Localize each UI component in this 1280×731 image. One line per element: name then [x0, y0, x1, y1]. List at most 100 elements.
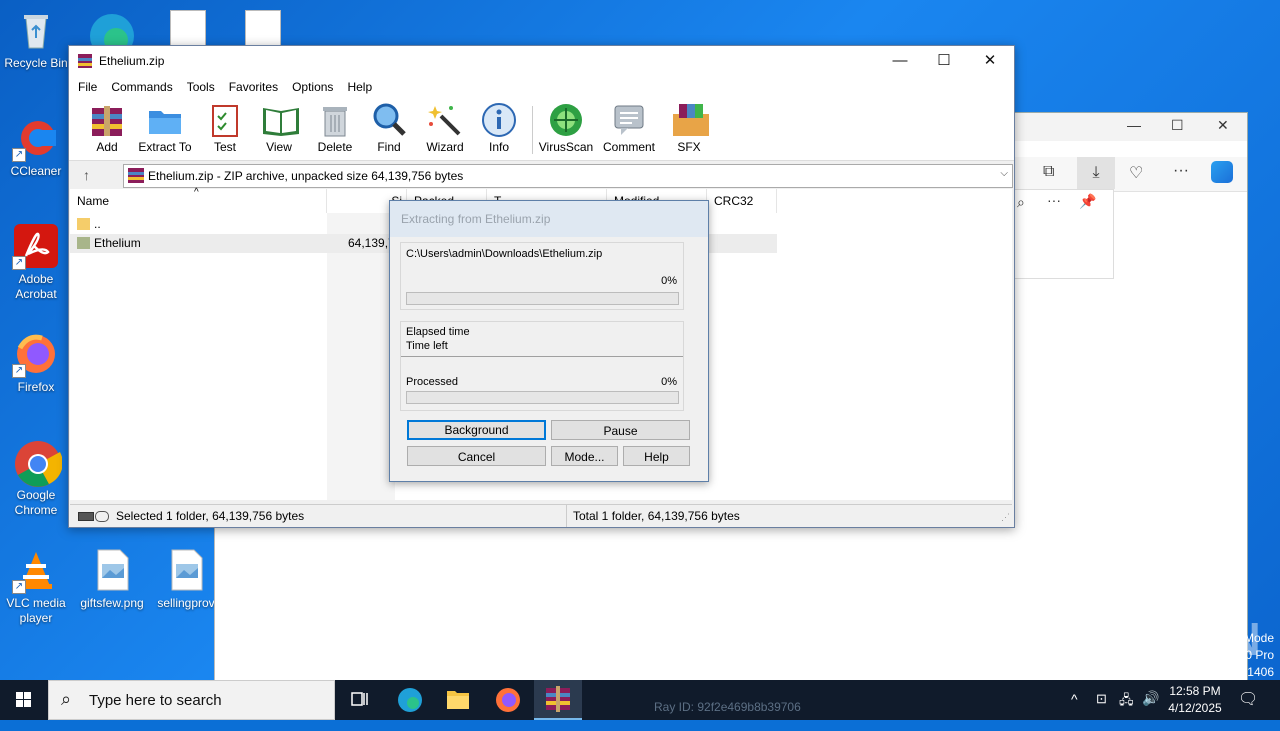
- maximize-button[interactable]: ☐: [921, 46, 967, 76]
- more-options-icon[interactable]: ···: [1173, 162, 1189, 180]
- firefox-icon: ↗: [12, 332, 58, 378]
- archive-path-field[interactable]: Ethelium.zip - ZIP archive, unpacked siz…: [123, 164, 1013, 188]
- add-archive-icon: [89, 102, 125, 138]
- view-button[interactable]: View: [249, 102, 309, 154]
- desktop-icon-adobe-acrobat[interactable]: ↗ Adobe Acrobat: [0, 224, 72, 302]
- browser-essentials-icon[interactable]: ♡: [1129, 163, 1143, 183]
- search-icon: [371, 102, 407, 138]
- winrar-icon: [546, 686, 570, 712]
- volume-icon[interactable]: 🔊: [1142, 690, 1159, 730]
- shortcut-arrow-icon: ↗: [12, 256, 26, 270]
- sfx-box-icon: [671, 102, 709, 138]
- firefox-taskbar-button[interactable]: [484, 680, 532, 720]
- menu-options[interactable]: Options: [285, 76, 340, 98]
- edition-line: 0 Pro: [1245, 648, 1274, 662]
- desktop-icon-vlc[interactable]: ↗ VLC media player: [0, 548, 72, 626]
- test-clipboard-icon: [207, 102, 243, 138]
- close-button[interactable]: ✕: [967, 46, 1013, 76]
- desktop-icon-ccleaner[interactable]: ↗ CCleaner: [0, 116, 72, 179]
- add-button[interactable]: Add: [77, 102, 137, 154]
- clock-time: 12:58 PM: [1169, 684, 1221, 698]
- task-view-button[interactable]: [336, 680, 384, 720]
- close-icon[interactable]: ✕: [1217, 117, 1229, 134]
- winrar-app-icon: [77, 53, 93, 69]
- search-icon[interactable]: ⌕: [1017, 194, 1025, 211]
- show-hidden-icons-icon[interactable]: ^: [1071, 691, 1078, 731]
- column-header-crc32[interactable]: CRC32: [707, 189, 777, 213]
- status-selected: Selected 1 folder, 64,139,756 bytes: [116, 509, 305, 523]
- info-button[interactable]: Info: [469, 102, 529, 154]
- find-button[interactable]: Find: [359, 102, 419, 154]
- info-icon: [481, 102, 517, 138]
- clock-date: 4/12/2025: [1168, 701, 1222, 715]
- list-item[interactable]: ..: [70, 215, 327, 234]
- file-desktop-icon[interactable]: [170, 10, 206, 48]
- zip-archive-icon: [128, 168, 144, 183]
- minimize-button[interactable]: —: [877, 46, 923, 76]
- edge-taskbar-button[interactable]: [386, 680, 434, 720]
- desktop-icon-firefox[interactable]: ↗ Firefox: [0, 332, 72, 395]
- menu-tools[interactable]: Tools: [180, 76, 222, 98]
- up-arrow-icon[interactable]: ↑: [83, 167, 90, 183]
- test-button[interactable]: Test: [195, 102, 255, 154]
- magic-wand-icon: [427, 102, 463, 138]
- menu-commands[interactable]: Commands: [104, 76, 179, 98]
- file-explorer-taskbar-button[interactable]: [434, 680, 482, 720]
- vlc-icon: ↗: [12, 548, 58, 594]
- column-header-name[interactable]: Name ^: [70, 187, 327, 213]
- delete-button[interactable]: Delete: [305, 102, 365, 154]
- background-button[interactable]: Background: [407, 420, 546, 440]
- mode-button[interactable]: Mode...: [551, 446, 618, 466]
- maximize-icon[interactable]: ☐: [1171, 117, 1184, 134]
- virusscan-button[interactable]: VirusScan: [536, 102, 596, 154]
- taskbar-clock[interactable]: 12:58 PM 4/12/2025: [1158, 683, 1232, 717]
- network-icon[interactable]: 🖧: [1119, 691, 1134, 731]
- trash-icon: [317, 102, 353, 138]
- winrar-taskbar-button[interactable]: [534, 680, 582, 720]
- minimize-icon[interactable]: —: [1127, 117, 1141, 133]
- sfx-button[interactable]: SFX: [659, 102, 719, 154]
- more-options-icon[interactable]: ···: [1047, 192, 1061, 208]
- dialog-title: Extracting from Ethelium.zip: [390, 201, 708, 237]
- desktop-icon-recycle-bin[interactable]: Recycle Bin: [0, 8, 72, 71]
- task-view-icon: [351, 692, 368, 706]
- menu-help[interactable]: Help: [340, 76, 379, 98]
- wizard-button[interactable]: Wizard: [415, 102, 475, 154]
- help-button[interactable]: Help: [623, 446, 690, 466]
- comment-button[interactable]: Comment: [599, 102, 659, 154]
- winrar-titlebar[interactable]: Ethelium.zip — ☐ ✕: [69, 46, 1014, 76]
- extract-to-button[interactable]: Extract To: [135, 102, 195, 154]
- cancel-button[interactable]: Cancel: [407, 446, 546, 466]
- desktop-icon-label: CCleaner: [10, 164, 62, 178]
- edge-desktop-icon[interactable]: [88, 6, 136, 58]
- taskbar-search-box[interactable]: ⌕ Type here to search: [48, 680, 335, 720]
- shortcut-arrow-icon: ↗: [12, 580, 26, 594]
- downloads-icon[interactable]: ⤓: [1077, 157, 1115, 189]
- search-placeholder: Type here to search: [89, 692, 222, 709]
- meet-now-icon[interactable]: ⊡: [1096, 691, 1107, 731]
- status-bar: Selected 1 folder, 64,139,756 bytes Tota…: [70, 504, 1012, 527]
- shortcut-arrow-icon: ↗: [12, 364, 26, 378]
- copilot-icon[interactable]: [1211, 161, 1233, 183]
- start-button[interactable]: [0, 680, 48, 720]
- edge-icon: [398, 688, 422, 712]
- notifications-icon[interactable]: 🗨: [1238, 689, 1258, 729]
- desktop-icon-google-chrome[interactable]: Google Chrome: [0, 440, 72, 518]
- collections-icon[interactable]: ⧉: [1043, 163, 1054, 181]
- desktop-icon-sellingprov[interactable]: sellingprov: [150, 548, 222, 611]
- extract-dialog[interactable]: Extracting from Ethelium.zip C:\Users\ad…: [389, 200, 709, 482]
- folder-up-icon: [77, 218, 90, 230]
- resize-grip-icon[interactable]: ⋰: [1001, 506, 1010, 528]
- chevron-down-icon[interactable]: ⌵: [1000, 168, 1008, 179]
- desktop-icon-label: Google Chrome: [14, 488, 58, 517]
- browser-window[interactable]: — ☐ ✕ ⧉ ⤓ ♡ ··· ⌕ ··· 📌: [1014, 112, 1248, 682]
- ray-id-text: Ray ID: 92f2e469b8b39706: [654, 700, 801, 714]
- menu-favorites[interactable]: Favorites: [222, 76, 285, 98]
- menu-file[interactable]: File: [71, 76, 104, 98]
- pin-icon[interactable]: 📌: [1079, 193, 1096, 210]
- status-total: Total 1 folder, 64,139,756 bytes: [566, 505, 740, 527]
- toolbar-label: VirusScan: [538, 140, 594, 154]
- desktop-icon-giftsfew[interactable]: giftsfew.png: [76, 548, 148, 611]
- file-desktop-icon[interactable]: [245, 10, 281, 48]
- pause-button[interactable]: Pause: [551, 420, 690, 440]
